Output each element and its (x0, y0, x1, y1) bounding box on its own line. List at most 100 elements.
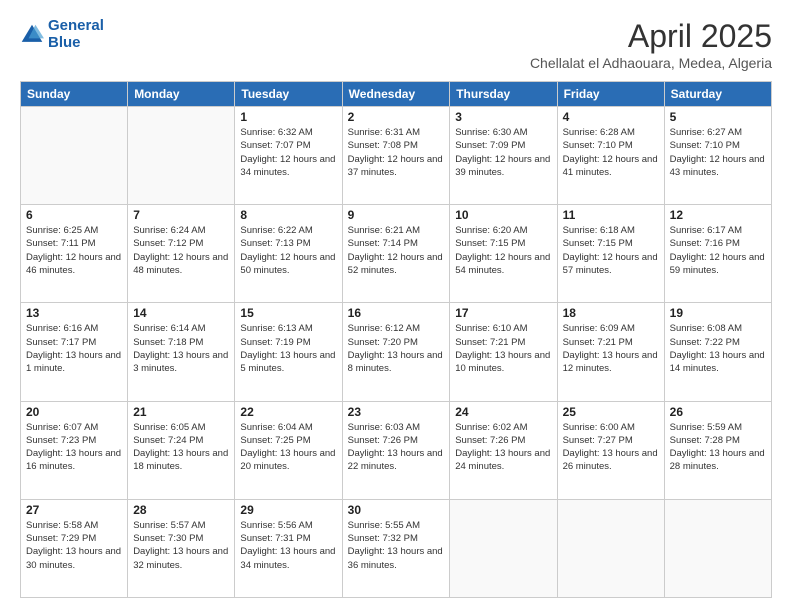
page: General Blue April 2025 Chellalat el Adh… (0, 0, 792, 612)
calendar-week-row: 1Sunrise: 6:32 AM Sunset: 7:07 PM Daylig… (21, 107, 772, 205)
calendar-cell: 6 Sunrise: 6:25 AM Sunset: 7:11 PM Daylig… (21, 205, 128, 303)
calendar-cell: 25 Sunrise: 6:00 AM Sunset: 7:27 PM Dayli… (557, 401, 664, 499)
day-number: 6 (26, 208, 122, 222)
calendar-cell (664, 499, 771, 597)
calendar-cell: 2 Sunrise: 6:31 AM Sunset: 7:08 PM Daylig… (342, 107, 450, 205)
day-info: Sunrise: 6:00 AM Sunset: 7:27 PM Dayligh… (563, 421, 659, 474)
day-number: 30 (348, 503, 445, 517)
day-info: Sunrise: 6:03 AM Sunset: 7:26 PM Dayligh… (348, 421, 445, 474)
day-info: Sunrise: 6:16 AM Sunset: 7:17 PM Dayligh… (26, 322, 122, 375)
calendar-cell: 8 Sunrise: 6:22 AM Sunset: 7:13 PM Daylig… (235, 205, 342, 303)
day-info: Sunrise: 6:28 AM Sunset: 7:10 PM Dayligh… (563, 126, 659, 179)
day-info: Sunrise: 6:13 AM Sunset: 7:19 PM Dayligh… (240, 322, 336, 375)
day-info: Sunrise: 6:32 AM Sunset: 7:07 PM Dayligh… (240, 126, 336, 179)
weekday-tuesday: Tuesday (235, 82, 342, 107)
calendar-cell: 9 Sunrise: 6:21 AM Sunset: 7:14 PM Daylig… (342, 205, 450, 303)
calendar-cell: 13 Sunrise: 6:16 AM Sunset: 7:17 PM Dayli… (21, 303, 128, 401)
day-info: Sunrise: 5:58 AM Sunset: 7:29 PM Dayligh… (26, 519, 122, 572)
title-block: April 2025 Chellalat el Adhaouara, Medea… (530, 18, 772, 71)
calendar-cell: 20 Sunrise: 6:07 AM Sunset: 7:23 PM Dayli… (21, 401, 128, 499)
day-info: Sunrise: 6:05 AM Sunset: 7:24 PM Dayligh… (133, 421, 229, 474)
day-info: Sunrise: 6:04 AM Sunset: 7:25 PM Dayligh… (240, 421, 336, 474)
day-number: 4 (563, 110, 659, 124)
day-info: Sunrise: 6:02 AM Sunset: 7:26 PM Dayligh… (455, 421, 551, 474)
calendar-cell: 14Sunrise: 6:14 AM Sunset: 7:18 PM Dayli… (128, 303, 235, 401)
day-number: 9 (348, 208, 445, 222)
calendar-cell: 12 Sunrise: 6:17 AM Sunset: 7:16 PM Dayli… (664, 205, 771, 303)
calendar-table: SundayMondayTuesdayWednesdayThursdayFrid… (20, 81, 772, 598)
day-number: 26 (670, 405, 766, 419)
calendar-week-row: 27 Sunrise: 5:58 AM Sunset: 7:29 PM Dayli… (21, 499, 772, 597)
day-number: 14 (133, 306, 229, 320)
day-info: Sunrise: 6:07 AM Sunset: 7:23 PM Dayligh… (26, 421, 122, 474)
day-info: Sunrise: 6:08 AM Sunset: 7:22 PM Dayligh… (670, 322, 766, 375)
day-number: 12 (670, 208, 766, 222)
calendar-cell: 5 Sunrise: 6:27 AM Sunset: 7:10 PM Daylig… (664, 107, 771, 205)
day-number: 15 (240, 306, 336, 320)
day-info: Sunrise: 6:22 AM Sunset: 7:13 PM Dayligh… (240, 224, 336, 277)
logo-blue: Blue (48, 34, 81, 51)
day-number: 7 (133, 208, 229, 222)
weekday-saturday: Saturday (664, 82, 771, 107)
calendar-cell (450, 499, 557, 597)
day-number: 11 (563, 208, 659, 222)
day-info: Sunrise: 6:31 AM Sunset: 7:08 PM Dayligh… (348, 126, 445, 179)
day-number: 2 (348, 110, 445, 124)
calendar-cell: 15 Sunrise: 6:13 AM Sunset: 7:19 PM Dayli… (235, 303, 342, 401)
day-number: 24 (455, 405, 551, 419)
calendar-cell: 21 Sunrise: 6:05 AM Sunset: 7:24 PM Dayli… (128, 401, 235, 499)
calendar-cell: 19Sunrise: 6:08 AM Sunset: 7:22 PM Dayli… (664, 303, 771, 401)
day-number: 25 (563, 405, 659, 419)
logo-icon (20, 23, 44, 47)
day-number: 5 (670, 110, 766, 124)
calendar-cell: 4 Sunrise: 6:28 AM Sunset: 7:10 PM Daylig… (557, 107, 664, 205)
day-number: 17 (455, 306, 551, 320)
calendar-cell: 17 Sunrise: 6:10 AM Sunset: 7:21 PM Dayli… (450, 303, 557, 401)
day-number: 27 (26, 503, 122, 517)
weekday-thursday: Thursday (450, 82, 557, 107)
calendar-cell: 11 Sunrise: 6:18 AM Sunset: 7:15 PM Dayli… (557, 205, 664, 303)
main-title: April 2025 (530, 18, 772, 55)
day-number: 16 (348, 306, 445, 320)
day-info: Sunrise: 6:20 AM Sunset: 7:15 PM Dayligh… (455, 224, 551, 277)
calendar-cell: 29Sunrise: 5:56 AM Sunset: 7:31 PM Dayli… (235, 499, 342, 597)
day-number: 10 (455, 208, 551, 222)
logo-general: General (48, 17, 104, 34)
day-number: 23 (348, 405, 445, 419)
weekday-monday: Monday (128, 82, 235, 107)
day-number: 22 (240, 405, 336, 419)
day-number: 13 (26, 306, 122, 320)
calendar-cell: 28 Sunrise: 5:57 AM Sunset: 7:30 PM Dayli… (128, 499, 235, 597)
calendar-cell: 10 Sunrise: 6:20 AM Sunset: 7:15 PM Dayli… (450, 205, 557, 303)
weekday-wednesday: Wednesday (342, 82, 450, 107)
day-info: Sunrise: 5:57 AM Sunset: 7:30 PM Dayligh… (133, 519, 229, 572)
calendar-cell: 30 Sunrise: 5:55 AM Sunset: 7:32 PM Dayli… (342, 499, 450, 597)
weekday-friday: Friday (557, 82, 664, 107)
weekday-header-row: SundayMondayTuesdayWednesdayThursdayFrid… (21, 82, 772, 107)
subtitle: Chellalat el Adhaouara, Medea, Algeria (530, 55, 772, 71)
day-info: Sunrise: 6:24 AM Sunset: 7:12 PM Dayligh… (133, 224, 229, 277)
calendar-cell: 22 Sunrise: 6:04 AM Sunset: 7:25 PM Dayli… (235, 401, 342, 499)
calendar-cell: 27 Sunrise: 5:58 AM Sunset: 7:29 PM Dayli… (21, 499, 128, 597)
header: General Blue April 2025 Chellalat el Adh… (20, 18, 772, 71)
day-info: Sunrise: 5:55 AM Sunset: 7:32 PM Dayligh… (348, 519, 445, 572)
day-number: 29 (240, 503, 336, 517)
day-number: 8 (240, 208, 336, 222)
day-info: Sunrise: 6:17 AM Sunset: 7:16 PM Dayligh… (670, 224, 766, 277)
day-number: 21 (133, 405, 229, 419)
day-number: 28 (133, 503, 229, 517)
day-info: Sunrise: 6:21 AM Sunset: 7:14 PM Dayligh… (348, 224, 445, 277)
calendar-cell: 3Sunrise: 6:30 AM Sunset: 7:09 PM Daylig… (450, 107, 557, 205)
day-info: Sunrise: 6:10 AM Sunset: 7:21 PM Dayligh… (455, 322, 551, 375)
logo-text: General Blue (48, 18, 104, 51)
calendar-week-row: 20 Sunrise: 6:07 AM Sunset: 7:23 PM Dayli… (21, 401, 772, 499)
day-number: 20 (26, 405, 122, 419)
day-info: Sunrise: 6:09 AM Sunset: 7:21 PM Dayligh… (563, 322, 659, 375)
day-info: Sunrise: 6:18 AM Sunset: 7:15 PM Dayligh… (563, 224, 659, 277)
calendar-week-row: 13 Sunrise: 6:16 AM Sunset: 7:17 PM Dayli… (21, 303, 772, 401)
logo: General Blue (20, 18, 104, 51)
day-info: Sunrise: 5:59 AM Sunset: 7:28 PM Dayligh… (670, 421, 766, 474)
day-info: Sunrise: 6:27 AM Sunset: 7:10 PM Dayligh… (670, 126, 766, 179)
day-info: Sunrise: 6:25 AM Sunset: 7:11 PM Dayligh… (26, 224, 122, 277)
day-number: 3 (455, 110, 551, 124)
